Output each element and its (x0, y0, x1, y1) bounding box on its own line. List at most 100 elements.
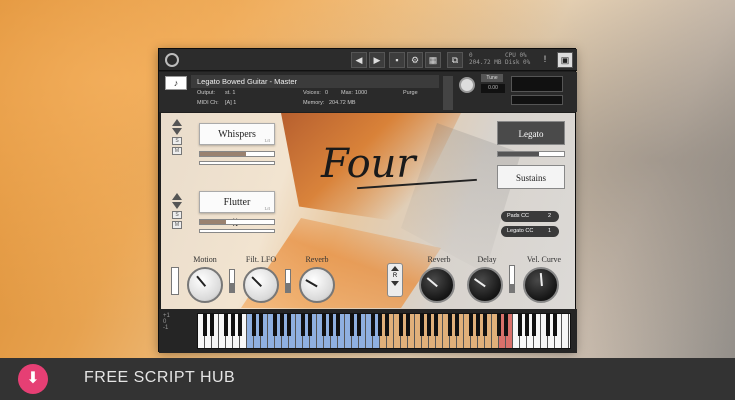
midi-label: MIDI Ch: (197, 100, 219, 106)
tune-label: Tune (481, 74, 503, 82)
output-value[interactable]: st. 1 (225, 88, 235, 98)
black-key[interactable] (469, 314, 473, 336)
black-key[interactable] (420, 314, 424, 336)
prev-button[interactable]: ◀ (351, 52, 367, 68)
warning-icon[interactable]: ! (537, 52, 553, 68)
layer2-solo-toggle[interactable]: S (172, 211, 182, 219)
purge-button[interactable]: Purge (403, 88, 418, 98)
black-key[interactable] (280, 314, 284, 336)
black-key[interactable] (546, 314, 550, 336)
delay-knob[interactable] (467, 267, 503, 303)
layer1-patch-button[interactable]: Whispers Lfl (199, 123, 275, 145)
layer2-mute-toggle[interactable]: M (172, 221, 182, 229)
midi-value[interactable]: [A] 1 (225, 98, 236, 108)
black-key[interactable] (455, 314, 459, 336)
kontakt-topbar: ◀ ▶ ▪ ⚙ ▦ ⧉ 0 204.72 MB CPU 0% Disk 0% ! ▣ (159, 49, 577, 71)
legato-cc-control[interactable]: Legato CC 1 (501, 226, 559, 237)
black-key[interactable] (252, 314, 256, 336)
output-row: Output: st. 1 Voices: 0 Max: 1000 Purge (191, 88, 439, 98)
black-key[interactable] (434, 314, 438, 336)
kontakt-logo-icon[interactable] (165, 53, 179, 67)
black-key[interactable] (497, 314, 501, 336)
black-key[interactable] (224, 314, 228, 336)
save-icon[interactable]: ▪ (389, 52, 405, 68)
black-key[interactable] (231, 314, 235, 336)
piano-keyboard[interactable] (197, 313, 571, 349)
filt-lfo-amount-bar[interactable] (285, 269, 291, 293)
lfo-mode-toggles[interactable] (171, 267, 179, 295)
black-key[interactable] (301, 314, 305, 336)
black-key[interactable] (525, 314, 529, 336)
max-value[interactable]: 1000 (355, 88, 367, 98)
window-icon[interactable]: ⧉ (447, 52, 463, 68)
voices-label: Voices: (303, 90, 321, 96)
r-button[interactable]: R (387, 263, 403, 297)
black-key[interactable] (238, 314, 242, 336)
octave-controls[interactable]: +1 0 -1 (163, 313, 195, 349)
instrument-name[interactable]: Legato Bowed Guitar - Master (191, 75, 439, 88)
black-key[interactable] (504, 314, 508, 336)
black-key[interactable] (336, 314, 340, 336)
filt-lfo-knob[interactable] (243, 267, 279, 303)
download-icon[interactable]: ⬇ (18, 364, 48, 394)
left-reverb-knob[interactable] (299, 267, 335, 303)
black-key[interactable] (287, 314, 291, 336)
black-key[interactable] (399, 314, 403, 336)
black-key[interactable] (329, 314, 333, 336)
layer1-mute-toggle[interactable]: M (172, 147, 182, 155)
sustains-button[interactable]: Sustains (497, 165, 565, 189)
instrument-panel: Four S M Whispers Lfl ⇅ S M Flutter Lfl (161, 113, 575, 309)
memory-label: Memory: (303, 100, 325, 106)
white-key[interactable] (562, 314, 569, 348)
layer1-up-icon[interactable] (172, 119, 182, 126)
layer1-pan-slider[interactable] (199, 161, 275, 165)
volume-slider[interactable] (511, 95, 563, 105)
layer2-pan-slider[interactable] (199, 229, 275, 233)
grid-icon[interactable]: ▦ (425, 52, 441, 68)
black-key[interactable] (532, 314, 536, 336)
black-key[interactable] (385, 314, 389, 336)
black-key[interactable] (203, 314, 207, 336)
black-key[interactable] (476, 314, 480, 336)
black-key[interactable] (378, 314, 382, 336)
r-up-icon[interactable] (391, 266, 399, 271)
vel-curve-knob[interactable] (523, 267, 559, 303)
layer1-solo-toggle[interactable]: S (172, 137, 182, 145)
reverb-knob[interactable] (419, 267, 455, 303)
black-key[interactable] (553, 314, 557, 336)
view-icon[interactable]: ▣ (557, 52, 573, 68)
layer2-down-icon[interactable] (172, 202, 182, 209)
tune-knob[interactable] (459, 77, 475, 93)
legato-level-slider[interactable] (497, 151, 565, 157)
solo-mute-strip[interactable] (443, 76, 453, 110)
black-key[interactable] (322, 314, 326, 336)
black-key[interactable] (448, 314, 452, 336)
gear-icon[interactable]: ⚙ (407, 52, 423, 68)
black-key[interactable] (350, 314, 354, 336)
black-key[interactable] (259, 314, 263, 336)
r-down-icon[interactable] (391, 281, 399, 286)
layer2-volume-slider[interactable] (199, 219, 275, 225)
pads-cc-control[interactable]: Pads CC 2 (501, 211, 559, 222)
black-key[interactable] (483, 314, 487, 336)
black-key[interactable] (427, 314, 431, 336)
layer1-volume-fill (200, 152, 246, 156)
black-key[interactable] (371, 314, 375, 336)
motion-amount-bar[interactable] (229, 269, 235, 293)
black-key[interactable] (308, 314, 312, 336)
layer1-volume-slider[interactable] (199, 151, 275, 157)
motion-knob[interactable] (187, 267, 223, 303)
black-key[interactable] (210, 314, 214, 336)
legato-button[interactable]: Legato (497, 121, 565, 145)
layer1-down-icon[interactable] (172, 128, 182, 135)
layer1-name: Whispers (218, 129, 256, 140)
vel-curve-bar[interactable] (509, 265, 515, 293)
black-key[interactable] (357, 314, 361, 336)
pads-cc-value: 2 (547, 213, 551, 219)
black-key[interactable] (406, 314, 410, 336)
layer2-patch-button[interactable]: Flutter Lfl (199, 191, 275, 213)
black-key[interactable] (273, 314, 277, 336)
layer2-up-icon[interactable] (172, 193, 182, 200)
black-key[interactable] (518, 314, 522, 336)
next-button[interactable]: ▶ (369, 52, 385, 68)
